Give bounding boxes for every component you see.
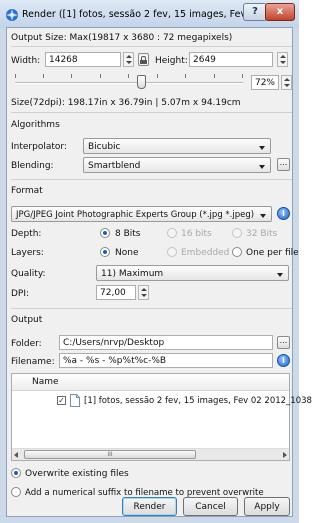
interpolator-value: Bicubic (88, 142, 121, 152)
render-button-label: Render (133, 502, 166, 512)
divider (11, 112, 292, 113)
divider (11, 308, 292, 309)
apply-button[interactable]: Apply (244, 497, 290, 516)
app-icon (6, 9, 18, 21)
cancel-button-label: Cancel (195, 502, 226, 512)
quality-label: Quality: (11, 269, 46, 279)
quality-value: 11) Maximum (101, 269, 164, 279)
output-size-label: Output Size: Max(19817 x 3680 : 72 megap… (11, 33, 233, 43)
filename-value: %a - %s - %p%t%c-%B (63, 356, 167, 366)
filename-label: Filename: (11, 357, 55, 367)
format-value: JPG/JPEG Joint Photographic Experts Grou… (16, 210, 255, 220)
folder-value: C:/Users/nrvp/Desktop (63, 338, 165, 348)
folder-browse-button[interactable]: ... (277, 336, 290, 349)
size-info-text: Size(72dpi): 198.17in x 36.79in | 5.07m … (11, 98, 241, 108)
width-spinner[interactable] (123, 52, 134, 67)
scale-slider-thumb[interactable] (137, 75, 147, 89)
depth-8bits-label: 8 Bits (115, 229, 141, 239)
output-file-list: Name ✓ [1] fotos, sessão 2 fev, 15 image… (11, 373, 312, 461)
depth-16bits-label: 16 bits (181, 229, 212, 239)
chevron-down-icon (260, 214, 266, 218)
horizontal-scrollbar[interactable]: III (12, 448, 289, 460)
blending-options-button[interactable]: ... (277, 158, 290, 171)
depth-32bits-label: 32 Bits (246, 229, 278, 239)
depth-8bits-radio[interactable] (100, 228, 110, 238)
scale-slider-ticks (15, 74, 243, 80)
format-select[interactable]: JPG/JPEG Joint Photographic Experts Grou… (11, 206, 272, 222)
cancel-button[interactable]: Cancel (183, 497, 238, 516)
output-header: Output (11, 315, 43, 325)
filename-info-icon[interactable]: i (277, 354, 290, 367)
help-button[interactable]: ? (243, 3, 267, 21)
dpi-value: 72,00 (100, 288, 126, 298)
title-bar[interactable]: Render ([1] fotos, sessão 2 fev, 15 imag… (0, 0, 299, 28)
layers-one-per-file-label: One per file (246, 248, 299, 258)
format-header: Format (11, 186, 43, 196)
depth-32bits-radio[interactable] (232, 228, 242, 238)
suffix-radio[interactable] (11, 487, 21, 497)
width-label: Width: (11, 56, 41, 66)
apply-button-label: Apply (254, 502, 280, 512)
scroll-left-icon[interactable] (14, 452, 18, 458)
blending-value: Smartblend (88, 161, 141, 171)
algorithms-header: Algorithms (11, 120, 60, 130)
scale-percent-value: 72% (254, 78, 275, 88)
depth-label: Depth: (11, 229, 42, 239)
file-icon (70, 394, 80, 407)
depth-16bits-radio[interactable] (167, 228, 177, 238)
scale-slider-track[interactable] (15, 82, 243, 84)
chevron-down-icon (259, 165, 265, 169)
close-button[interactable]: x (265, 3, 295, 21)
height-spinner[interactable] (277, 52, 288, 67)
interpolator-select[interactable]: Bicubic (83, 138, 271, 154)
list-item-label[interactable]: [1] fotos, sessão 2 fev, 15 images, Fev … (84, 396, 312, 406)
width-value: 14268 (49, 55, 78, 65)
divider (11, 179, 292, 180)
blending-label: Blending: (11, 161, 54, 171)
width-input[interactable]: 14268 (45, 52, 121, 67)
folder-label: Folder: (11, 339, 42, 349)
interpolator-label: Interpolator: (11, 142, 67, 152)
dpi-spinner[interactable] (138, 285, 149, 300)
height-label: Height: (155, 56, 188, 66)
aspect-lock-icon[interactable] (138, 53, 149, 66)
layers-none-radio[interactable] (100, 247, 110, 257)
divider (11, 46, 292, 47)
render-dialog-window: Render ([1] fotos, sessão 2 fev, 15 imag… (0, 0, 312, 523)
close-icon: x (276, 6, 284, 17)
window-title: Render ([1] fotos, sessão 2 fev, 15 imag… (22, 9, 248, 20)
height-value: 2649 (193, 55, 216, 65)
format-info-icon[interactable]: i (277, 207, 290, 220)
scroll-thumb[interactable]: III (24, 450, 196, 459)
dpi-input[interactable]: 72,00 (96, 285, 136, 300)
chevron-down-icon (277, 273, 283, 277)
overwrite-radio[interactable] (11, 468, 21, 478)
layers-label: Layers: (11, 248, 44, 258)
layers-embedded-label: Embedded (181, 248, 230, 258)
scale-spinner[interactable] (281, 75, 292, 90)
quality-select[interactable]: 11) Maximum (96, 265, 289, 281)
help-icon: ? (252, 6, 258, 17)
folder-input[interactable]: C:/Users/nrvp/Desktop (59, 335, 273, 350)
scale-percent-input[interactable]: 72% (251, 75, 279, 90)
scroll-right-icon[interactable] (283, 452, 287, 458)
dpi-label: DPI: (11, 289, 30, 299)
height-input[interactable]: 2649 (189, 52, 273, 67)
overwrite-label: Overwrite existing files (25, 469, 129, 479)
render-button[interactable]: Render (122, 497, 177, 516)
blending-select[interactable]: Smartblend (83, 157, 271, 173)
list-header[interactable]: Name (12, 374, 289, 391)
filename-input[interactable]: %a - %s - %p%t%c-%B (59, 353, 273, 368)
list-header-name: Name (32, 377, 59, 387)
layers-one-per-file-radio[interactable] (232, 247, 242, 257)
list-item-checkbox[interactable]: ✓ (57, 396, 66, 405)
dialog-body: Output Size: Max(19817 x 3680 : 72 megap… (6, 27, 312, 517)
chevron-down-icon (259, 146, 265, 150)
layers-embedded-radio[interactable] (167, 247, 177, 257)
layers-none-label: None (115, 248, 139, 258)
